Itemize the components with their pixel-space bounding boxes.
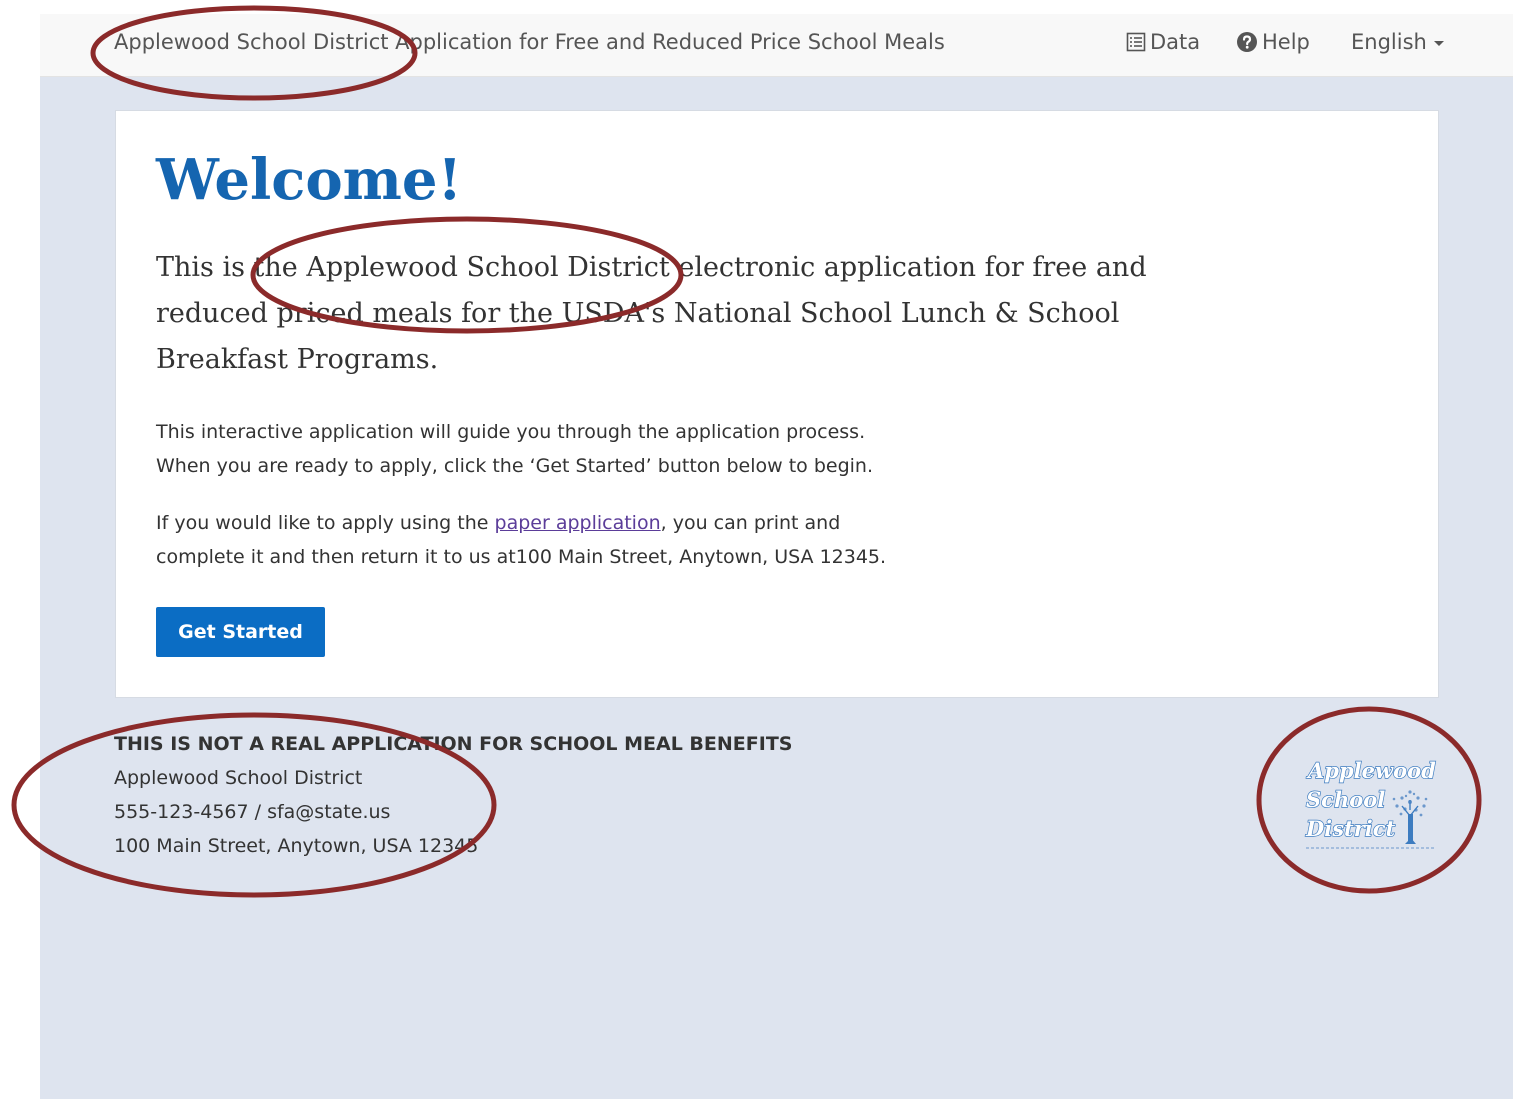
intro-lead: This is the Applewood School District el… [156,252,1147,375]
logo-line-1: Applewood [1306,758,1436,783]
paper-application-link[interactable]: paper application [495,512,661,534]
footer-disclaimer: THIS IS NOT A REAL APPLICATION FOR SCHOO… [114,733,793,755]
logo-line-3: District [1305,816,1396,841]
question-circle-icon [1237,32,1257,52]
nav-data-link[interactable]: Data [1126,30,1200,54]
list-icon [1126,32,1146,52]
nav-data-label: Data [1150,30,1201,54]
district-logo: Applewood School District [1304,757,1437,849]
guide-paragraph: This interactive application will guide … [156,421,873,477]
paper-paragraph: If you would like to apply using the pap… [156,506,916,574]
nav-help-label: Help [1262,30,1310,54]
app-container: Applewood School District Application fo… [40,14,1513,1099]
get-started-button[interactable]: Get Started [156,607,325,657]
navbar: Applewood School District Application fo… [40,14,1513,77]
footer-address: 100 Main Street, Anytown, USA 12345 [114,835,479,857]
footer-contact: 555-123-4567 / sfa@state.us [114,801,391,823]
footer-district: Applewood School District [114,767,363,789]
logo-line-2: School [1306,787,1385,812]
page-title: Welcome! [156,147,463,213]
nav-help-link[interactable]: Help [1236,30,1310,54]
caret-down-icon [1433,40,1444,46]
navbar-brand[interactable]: Applewood School District Application fo… [114,30,945,54]
paper-text-before: If you would like to apply using the [156,512,495,534]
language-dropdown[interactable]: English [1351,30,1444,54]
footer: THIS IS NOT A REAL APPLICATION FOR SCHOO… [114,727,792,863]
welcome-card: Welcome! This is the Applewood School Di… [115,110,1439,698]
tree-icon [1392,790,1428,844]
language-label: English [1351,30,1427,54]
